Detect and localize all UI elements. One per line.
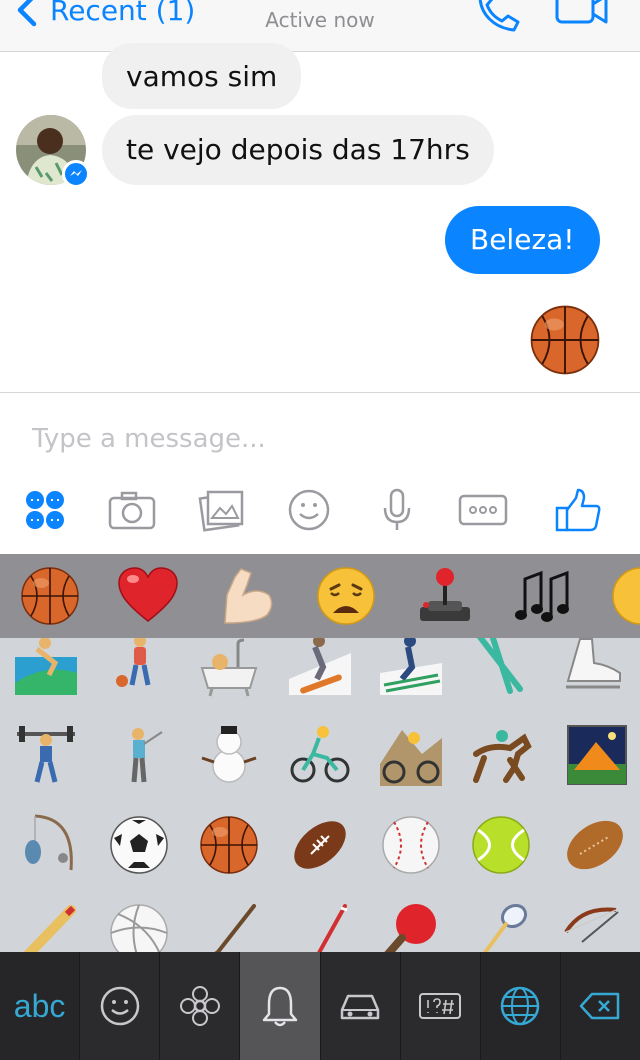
smiley-icon xyxy=(100,986,139,1026)
joystick-icon[interactable] xyxy=(414,565,476,627)
tab-smileys[interactable] xyxy=(80,952,161,1060)
snowman-emoji[interactable] xyxy=(198,724,260,786)
smiley-icon[interactable] xyxy=(284,488,334,532)
soccer-ball-emoji[interactable] xyxy=(108,814,170,876)
snowboarder-emoji[interactable] xyxy=(289,638,351,695)
message-composer xyxy=(0,392,640,554)
mountain-bicyclist-emoji[interactable] xyxy=(380,724,442,786)
rugby-football-emoji[interactable] xyxy=(564,814,626,876)
tennis-emoji[interactable] xyxy=(470,814,532,876)
golfer-emoji[interactable] xyxy=(108,724,170,786)
fishing-pole-emoji[interactable] xyxy=(15,814,77,876)
flexed-biceps-icon[interactable] xyxy=(217,565,279,627)
bell-icon xyxy=(262,986,298,1027)
message-input[interactable] xyxy=(32,419,592,459)
messenger-badge xyxy=(62,160,90,188)
cricket-emoji[interactable] xyxy=(15,902,77,952)
microphone-icon[interactable] xyxy=(372,488,422,532)
tab-travel[interactable] xyxy=(321,952,401,1060)
recent-emoji-strip xyxy=(0,554,640,638)
more-icon[interactable] xyxy=(458,488,508,532)
bicyclist-emoji[interactable] xyxy=(289,724,351,786)
incoming-message: te vejo depois das 17hrs xyxy=(102,115,494,185)
basketball-emoji xyxy=(528,303,602,377)
tab-symbols[interactable] xyxy=(401,952,481,1060)
abc-key[interactable]: abc xyxy=(0,952,81,1060)
weight-lifter-emoji[interactable] xyxy=(15,724,77,786)
backspace-icon xyxy=(580,992,620,1020)
gallery-icon[interactable] xyxy=(196,488,246,532)
tab-activity[interactable] xyxy=(240,952,321,1060)
phone-call-icon[interactable] xyxy=(474,0,522,34)
skis-emoji[interactable] xyxy=(470,638,532,695)
tab-nature[interactable] xyxy=(160,952,241,1060)
active-status: Active now xyxy=(265,8,375,32)
weary-face-icon[interactable] xyxy=(315,565,377,627)
conversation-area: vamos sim te vejo depois das 17hrs Belez… xyxy=(0,43,640,392)
apps-icon[interactable] xyxy=(20,488,70,532)
symbols-icon xyxy=(419,993,462,1019)
surfer-emoji[interactable] xyxy=(15,638,77,695)
red-heart-icon[interactable] xyxy=(117,565,179,627)
abc-label: abc xyxy=(13,987,66,1024)
basketball-emoji[interactable] xyxy=(198,814,260,876)
emoji-keyboard-toolbar: abc xyxy=(0,952,640,1060)
horse-racing-emoji[interactable] xyxy=(470,724,532,786)
musical-notes-icon[interactable] xyxy=(511,565,573,627)
messenger-bolt-icon xyxy=(70,170,82,176)
emoji-grid xyxy=(0,638,640,952)
american-football-emoji[interactable] xyxy=(289,814,351,876)
outgoing-message: Beleza! xyxy=(445,206,600,274)
badminton-emoji[interactable] xyxy=(470,902,532,952)
ice-skate-emoji[interactable] xyxy=(562,638,624,695)
top-navigation-bar: Recent (1) Active now xyxy=(0,0,640,52)
camping-tent-emoji[interactable] xyxy=(566,724,628,786)
globe-key[interactable] xyxy=(480,952,561,1060)
flower-icon xyxy=(179,986,220,1026)
basketball-icon[interactable] xyxy=(19,565,81,627)
bow-and-arrow-emoji[interactable] xyxy=(562,902,624,952)
person-bouncing-ball-emoji[interactable] xyxy=(108,638,170,695)
baseball-emoji[interactable] xyxy=(380,814,442,876)
video-call-icon[interactable] xyxy=(554,0,610,30)
car-icon xyxy=(340,994,380,1020)
field-hockey-emoji[interactable] xyxy=(289,902,351,952)
globe-icon xyxy=(501,986,540,1026)
hockey-stick-emoji[interactable] xyxy=(198,902,260,952)
smirking-face-icon[interactable] xyxy=(610,565,640,627)
backspace-key[interactable] xyxy=(560,952,640,1060)
skier-emoji[interactable] xyxy=(380,638,442,695)
volleyball-emoji[interactable] xyxy=(108,902,170,952)
bathtub-emoji[interactable] xyxy=(198,638,260,700)
thumbs-up-icon[interactable] xyxy=(554,488,604,532)
incoming-message: vamos sim xyxy=(102,43,302,109)
camera-icon[interactable] xyxy=(107,488,157,532)
ping-pong-emoji[interactable] xyxy=(380,902,442,952)
